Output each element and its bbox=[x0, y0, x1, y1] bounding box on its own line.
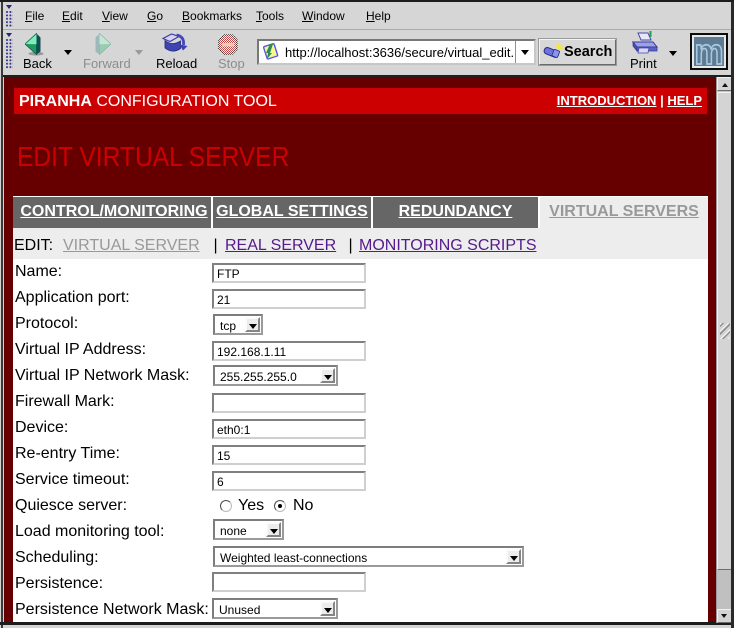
svg-text:m: m bbox=[695, 37, 724, 66]
